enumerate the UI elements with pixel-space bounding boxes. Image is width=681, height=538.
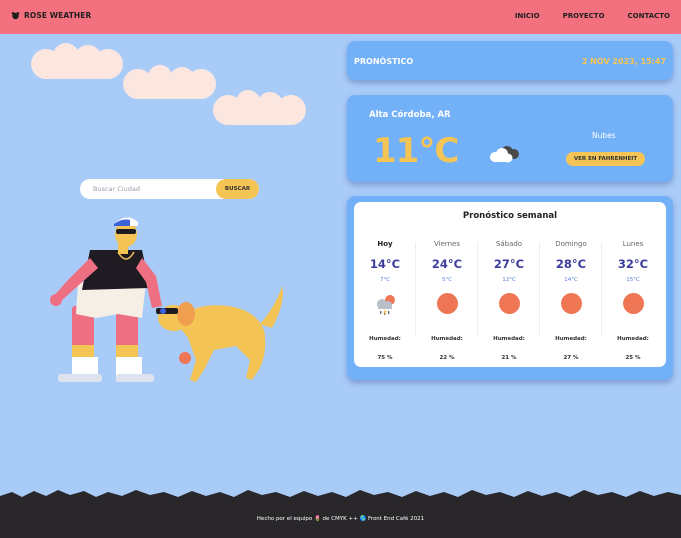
humidity-label: Humedad: [431,336,463,342]
current-location: Alta Córdoba, AR [369,110,451,120]
day-name: Domingo [555,240,587,248]
day-max-temp: 24°C [431,257,463,271]
nav-contacto[interactable]: CONTACTO [628,12,670,20]
day-column: Domingo 28°C 14°C Humedad: 27 % [540,234,602,364]
footer-background [0,490,681,538]
forecast-title: PRONÓSTICO [354,57,414,66]
forecast-datetime: 2 NOV 2023, 15:47 [581,57,666,66]
city-search: BUSCAR [80,179,259,199]
day-min-temp: 12°C [502,277,516,283]
storm-icon [377,295,395,316]
day-min-temp: 5°C [441,277,453,283]
cloud-icon [490,146,519,163]
day-name: Viernes [433,240,461,248]
humidity-label: Humedad: [369,336,401,342]
logo-icon [11,11,20,20]
decorative-cloud [123,65,216,99]
day-min-temp: 15°C [626,277,640,283]
day-max-temp: 32°C [617,257,649,271]
main-nav: INICIO PROYECTO CONTACTO [515,12,670,20]
day-max-temp: 28°C [555,257,587,271]
sun-icon [623,293,644,314]
humidity-value: 75 % [377,355,393,361]
top-navbar: ROSE WEATHER INICIO PROYECTO CONTACTO [0,0,681,34]
day-name: Hoy [377,240,393,248]
day-column: Hoy 14°C 7°C Humedad: 75 % [354,234,416,364]
day-column: Lunes 32°C 15°C Humedad: 25 % [602,234,664,364]
decorative-cloud [213,90,306,125]
humidity-value: 21 % [501,355,517,361]
brand[interactable]: ROSE WEATHER [11,11,91,20]
current-temperature: 11°C [373,131,459,171]
sun-icon [437,293,458,314]
nav-inicio[interactable]: INICIO [515,12,540,20]
day-name: Sábado [495,240,523,248]
humidity-value: 27 % [563,355,579,361]
sun-icon [561,293,582,314]
forecast-header-card: PRONÓSTICO 2 NOV 2023, 15:47 [347,41,673,80]
humidity-label: Humedad: [617,336,649,342]
footer-credits: Hecho por el equipo 🌷 de CMYK ++ 🌎 Front… [256,516,425,522]
search-input[interactable] [80,179,230,199]
weekly-forecast-panel: Pronóstico semanal Hoy 14°C 7°C Humedad:… [354,202,666,367]
humidity-value: 22 % [439,355,455,361]
search-button[interactable]: BUSCAR [216,179,259,199]
person-with-dog-illustration [50,217,283,382]
decorative-cloud [31,43,123,79]
humidity-label: Humedad: [493,336,525,342]
humidity-label: Humedad: [555,336,587,342]
sun-icon [499,293,520,314]
current-weather-card: Alta Córdoba, AR 11°C Nubes VER EN FAHRE… [347,95,673,182]
fahrenheit-toggle-button[interactable]: VER EN FAHRENHEIT [566,152,645,166]
weekly-title: Pronóstico semanal [462,211,558,221]
brand-name: ROSE WEATHER [24,11,92,20]
day-min-temp: 14°C [564,277,578,283]
humidity-value: 25 % [625,355,641,361]
day-max-temp: 27°C [493,257,525,271]
day-column: Viernes 24°C 5°C Humedad: 22 % [416,234,478,364]
nav-proyecto[interactable]: PROYECTO [563,12,605,20]
day-name: Lunes [622,240,644,248]
current-description: Nubes [592,131,616,140]
weekly-days: Hoy 14°C 7°C Humedad: 75 % Viernes 24°C … [354,234,666,364]
day-column: Sábado 27°C 12°C Humedad: 21 % [478,234,540,364]
day-max-temp: 14°C [369,257,401,271]
weekly-forecast-card: Pronóstico semanal Hoy 14°C 7°C Humedad:… [347,196,673,380]
day-min-temp: 7°C [379,277,391,283]
